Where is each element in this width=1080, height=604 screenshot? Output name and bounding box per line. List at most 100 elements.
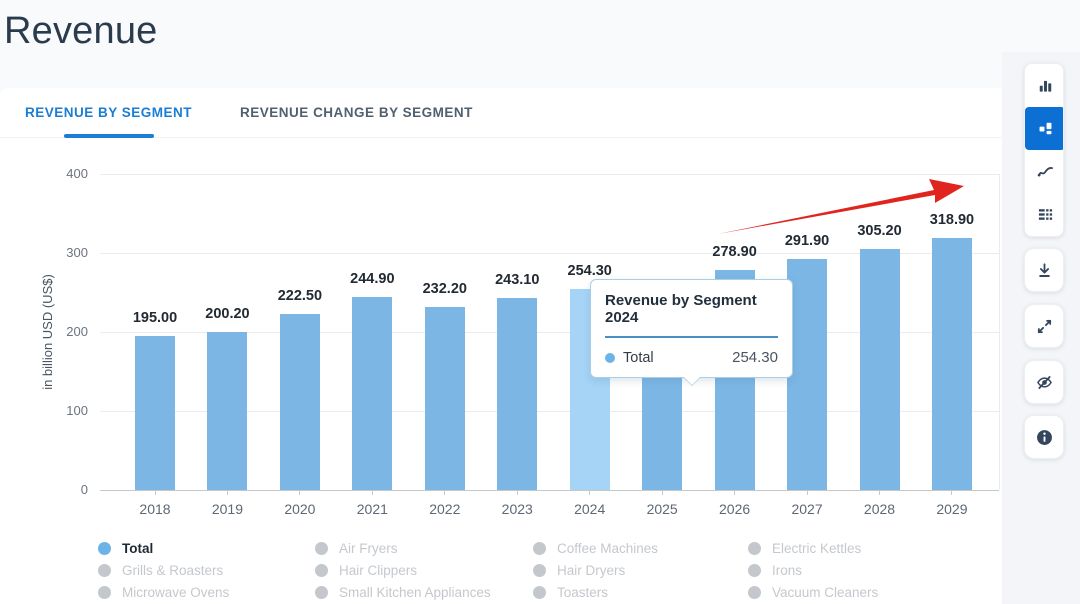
legend-item-grills-roasters[interactable]: Grills & Roasters <box>98 559 315 581</box>
legend-label: Irons <box>772 563 802 578</box>
fullscreen-icon <box>1036 318 1053 335</box>
chart-type-switcher <box>1024 63 1064 237</box>
x-tick-2029 <box>951 490 952 495</box>
tabbar: REVENUE BY SEGMENT REVENUE CHANGE BY SEGM… <box>0 88 1080 138</box>
legend-dot-icon <box>748 542 761 555</box>
legend-dot-icon <box>533 564 546 577</box>
x-label-2024: 2024 <box>555 501 625 517</box>
x-tick-2026 <box>734 490 735 495</box>
legend-item-irons[interactable]: Irons <box>748 559 1003 581</box>
bar-2022[interactable] <box>425 307 465 490</box>
bar-2029[interactable] <box>932 238 972 490</box>
x-label-2020: 2020 <box>265 501 335 517</box>
x-tick-2022 <box>444 490 445 495</box>
data-table-button[interactable] <box>1025 193 1064 236</box>
gridline-400 <box>100 174 999 175</box>
y-tick-300: 300 <box>36 245 88 260</box>
legend-label: Hair Dryers <box>557 563 625 578</box>
legend-dot-icon <box>748 564 761 577</box>
segmented-chart-button[interactable] <box>1025 107 1064 150</box>
legend-dot-icon <box>315 586 328 599</box>
legend-item-hair-clippers[interactable]: Hair Clippers <box>315 559 533 581</box>
tooltip-series-label: Total <box>623 350 654 366</box>
legend-dot-icon <box>98 542 111 555</box>
page-title: Revenue <box>4 10 158 53</box>
chart-tooltip: Revenue by Segment 2024 Total 254.30 <box>590 279 793 378</box>
tooltip-pointer <box>683 377 701 386</box>
bar-2028[interactable] <box>860 249 900 490</box>
bar-value-2019: 200.20 <box>182 306 272 322</box>
legend-item-toasters[interactable]: Toasters <box>533 581 748 603</box>
chart-card: REVENUE BY SEGMENT REVENUE CHANGE BY SEGM… <box>0 88 1080 604</box>
tab-revenue-by-segment[interactable]: REVENUE BY SEGMENT <box>25 88 192 138</box>
x-label-2019: 2019 <box>192 501 262 517</box>
legend-dot-icon <box>315 542 328 555</box>
y-tick-100: 100 <box>36 403 88 418</box>
legend-dot-icon <box>533 586 546 599</box>
bar-2018[interactable] <box>135 336 175 490</box>
tooltip-row: Total 254.30 <box>605 349 778 366</box>
x-tick-2028 <box>879 490 880 495</box>
info-button[interactable] <box>1024 415 1064 459</box>
x-label-2023: 2023 <box>482 501 552 517</box>
legend-item-coffee-machines[interactable]: Coffee Machines <box>533 537 748 559</box>
column-chart-icon <box>1037 77 1054 94</box>
x-tick-2025 <box>662 490 663 495</box>
legend-dot-icon <box>748 586 761 599</box>
bar-2027[interactable] <box>787 259 827 490</box>
plot-area: in billion USD (US$) 0100200300400195.00… <box>100 174 1000 490</box>
legend-item-microwave-ovens[interactable]: Microwave Ovens <box>98 581 315 603</box>
segmented-chart-icon <box>1037 120 1054 137</box>
y-tick-0: 0 <box>36 482 88 497</box>
legend-item-hair-dryers[interactable]: Hair Dryers <box>533 559 748 581</box>
line-chart-icon <box>1037 163 1054 180</box>
download-button[interactable] <box>1024 248 1064 292</box>
legend-label: Total <box>122 541 153 556</box>
x-label-2021: 2021 <box>337 501 407 517</box>
line-chart-button[interactable] <box>1025 150 1064 193</box>
x-tick-2023 <box>517 490 518 495</box>
tooltip-title: Revenue by Segment 2024 <box>605 292 778 326</box>
legend-dot-icon <box>98 564 111 577</box>
legend-dot-icon <box>533 542 546 555</box>
legend-item-electric-kettles[interactable]: Electric Kettles <box>748 537 1003 559</box>
legend-label: Electric Kettles <box>772 541 861 556</box>
legend: Total Grills & Roasters Microwave Ovens Air… <box>98 537 1018 603</box>
x-tick-2027 <box>807 490 808 495</box>
bar-value-2020: 222.50 <box>255 288 345 304</box>
legend-item-small-kitchen-appliances[interactable]: Small Kitchen Appliances <box>315 581 533 603</box>
bar-2023[interactable] <box>497 298 537 490</box>
bar-2021[interactable] <box>352 297 392 490</box>
legend-label: Coffee Machines <box>557 541 658 556</box>
y-tick-400: 400 <box>36 166 88 181</box>
x-tick-2021 <box>372 490 373 495</box>
legend-label: Toasters <box>557 585 608 600</box>
legend-column-3: Coffee Machines Hair Dryers Toasters <box>533 537 748 603</box>
fullscreen-button[interactable] <box>1024 304 1064 348</box>
x-label-2028: 2028 <box>845 501 915 517</box>
x-tick-2018 <box>155 490 156 495</box>
x-tick-2020 <box>299 490 300 495</box>
info-icon <box>1036 429 1053 446</box>
x-tick-2024 <box>589 490 590 495</box>
legend-label: Air Fryers <box>339 541 398 556</box>
legend-label: Small Kitchen Appliances <box>339 585 491 600</box>
legend-item-vacuum-cleaners[interactable]: Vacuum Cleaners <box>748 581 1003 603</box>
legend-item-air-fryers[interactable]: Air Fryers <box>315 537 533 559</box>
legend-label: Grills & Roasters <box>122 563 223 578</box>
legend-dot-icon <box>315 564 328 577</box>
series-dot-icon <box>605 353 615 363</box>
column-chart-button[interactable] <box>1025 64 1064 107</box>
x-label-2025: 2025 <box>627 501 697 517</box>
tab-revenue-change-by-segment[interactable]: REVENUE CHANGE BY SEGMENT <box>240 88 473 138</box>
legend-dot-icon <box>98 586 111 599</box>
legend-item-total[interactable]: Total <box>98 537 315 559</box>
legend-label: Microwave Ovens <box>122 585 229 600</box>
legend-label: Hair Clippers <box>339 563 417 578</box>
tooltip-divider <box>605 336 778 338</box>
legend-label: Vacuum Cleaners <box>772 585 878 600</box>
bar-value-2024: 254.30 <box>545 263 635 279</box>
bar-2020[interactable] <box>280 314 320 490</box>
hide-chart-button[interactable] <box>1024 360 1064 404</box>
bar-2019[interactable] <box>207 332 247 490</box>
